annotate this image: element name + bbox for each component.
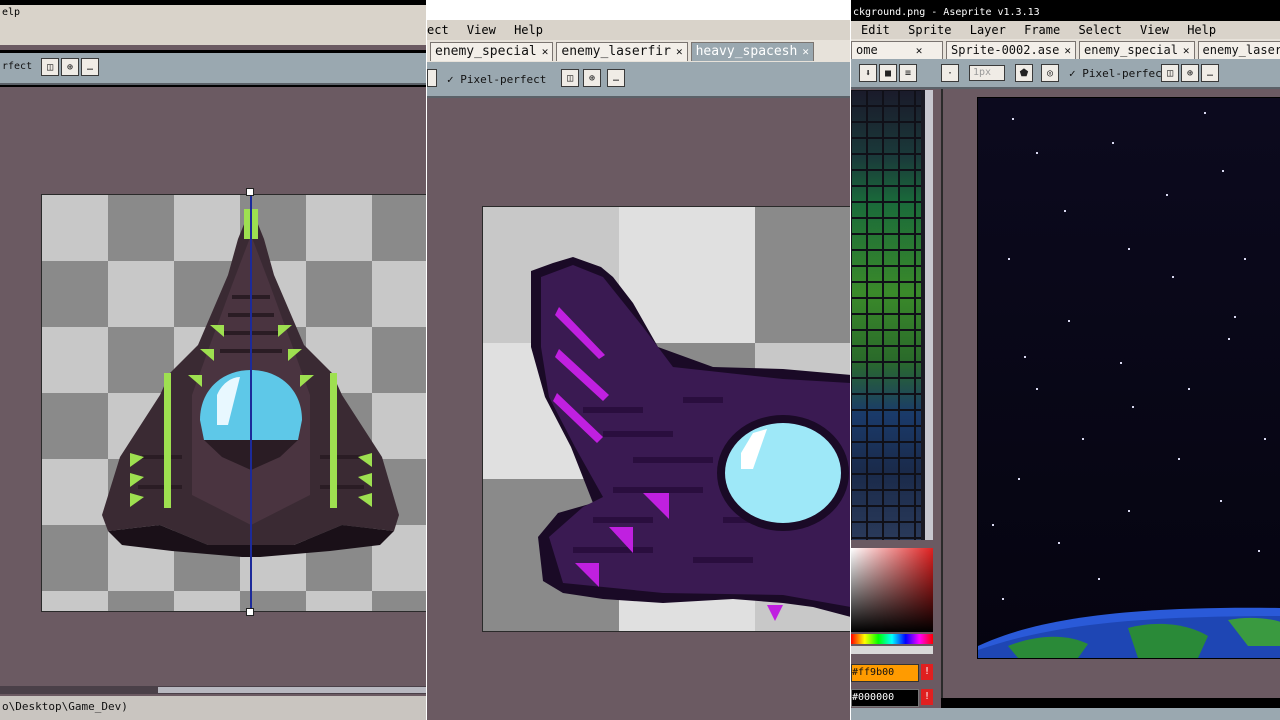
palette-scrollbar[interactable] [925, 90, 933, 540]
alpha-slider[interactable] [851, 646, 933, 654]
more-icon[interactable]: … [81, 58, 99, 76]
symmetry-icon[interactable]: ⊕ [1181, 64, 1199, 82]
menu-bar: ect View Help [427, 20, 850, 40]
symmetry-icon[interactable]: ◫ [1161, 64, 1179, 82]
tab-heavy-spaceship[interactable]: heavy_spacesh ✕ [690, 42, 814, 61]
tab-enemy-special[interactable]: enemy_special ✕ [430, 42, 554, 61]
menu-sprite[interactable]: Sprite [908, 21, 951, 39]
close-icon[interactable]: ✕ [542, 45, 549, 58]
check-icon: ✓ [447, 73, 454, 86]
symmetry-handle-top[interactable] [246, 188, 254, 196]
player-ship-sprite [102, 195, 399, 611]
menu-select[interactable]: Select [1078, 21, 1121, 39]
menu-select[interactable]: ect [427, 20, 449, 40]
close-icon[interactable]: ✕ [1183, 44, 1190, 57]
right-editor-panel: ckground.png - Aseprite v1.3.13 Edit Spr… [851, 0, 1280, 720]
menu-edit[interactable]: Edit [861, 21, 890, 39]
editor-bottom-strip [941, 698, 1280, 708]
symmetry-icon[interactable]: ◫ [561, 69, 579, 87]
left-editor-panel: elp rfect ◫ ⊕ … o\Desktop\Game_Dev) [0, 0, 426, 720]
tab-sprite-0002[interactable]: Sprite-0002.ase ✕ [946, 41, 1076, 60]
brush-shape-button[interactable]: · [941, 64, 959, 82]
more-icon[interactable]: … [1201, 64, 1219, 82]
status-bar [851, 708, 1280, 720]
menu-view[interactable]: View [467, 20, 496, 40]
ink-icon[interactable]: ⬟ [1015, 64, 1033, 82]
sprite-canvas[interactable] [41, 194, 426, 612]
middle-editor-panel: ect View Help enemy_special ✕ enemy_laserf… [427, 0, 850, 720]
palette-swatches [851, 90, 921, 540]
tab-enemy-laserfire[interactable]: enemy_laserfir✕ [556, 42, 688, 61]
stop-icon[interactable]: ■ [879, 64, 897, 82]
background-color[interactable]: #000000 [851, 689, 919, 707]
space-background-sprite [978, 98, 1280, 658]
enemy-ship-sprite [483, 207, 850, 631]
tab-bar: ome ✕ Sprite-0002.ase ✕ enemy_special ✕ enemy_… [851, 39, 1280, 60]
menu-bar: elp [0, 5, 426, 45]
symmetry-icon[interactable]: ⊕ [61, 58, 79, 76]
close-icon[interactable]: ✕ [802, 45, 809, 58]
warning-icon[interactable]: ! [921, 664, 933, 680]
brush-size-input[interactable]: 1px [969, 65, 1005, 81]
sprite-canvas[interactable] [482, 206, 850, 632]
color-palette[interactable] [851, 90, 927, 540]
context-toolbar: ✓ Pixel-perfect ◫ ⊕ … [427, 62, 850, 98]
color-picker-box[interactable] [851, 548, 933, 632]
menu-layer[interactable]: Layer [970, 21, 1006, 39]
brush-option-button[interactable] [427, 69, 437, 87]
file-path: o\Desktop\Game_Dev) [2, 700, 128, 713]
sprite-canvas[interactable] [977, 97, 1280, 659]
hue-slider[interactable] [851, 634, 933, 644]
menu-icon[interactable]: ≡ [899, 64, 917, 82]
tab-enemy-laserfire[interactable]: enemy_laserfir✕ [1197, 41, 1280, 60]
foreground-color[interactable]: #ff9b00 [851, 664, 919, 682]
close-icon[interactable]: ✕ [676, 45, 683, 58]
menu-bar: Edit Sprite Layer Frame Select View Help [851, 21, 1280, 39]
pixel-perfect-checkbox[interactable]: ✓ Pixel-perfect [1069, 67, 1168, 80]
menu-help[interactable]: Help [514, 20, 543, 40]
menu-frame[interactable]: Frame [1024, 21, 1060, 39]
context-toolbar: rfect ◫ ⊕ … [0, 53, 426, 85]
tab-bar: enemy_special ✕ enemy_laserfir ✕ heavy_space… [427, 40, 850, 62]
check-icon: ✓ [1069, 67, 1076, 80]
menu-view[interactable]: View [1140, 21, 1169, 39]
close-icon[interactable]: ✕ [916, 44, 923, 57]
arrow-down-icon[interactable]: ⬇ [859, 64, 877, 82]
more-icon[interactable]: … [607, 69, 625, 87]
horizontal-scrollbar[interactable] [0, 686, 426, 694]
menu-help-partial[interactable]: elp [2, 0, 20, 31]
tab-home[interactable]: ome ✕ [851, 41, 943, 60]
symmetry-icon[interactable]: ◫ [41, 58, 59, 76]
tab-enemy-special[interactable]: enemy_special ✕ [1079, 41, 1195, 60]
status-bar: o\Desktop\Game_Dev) [0, 696, 426, 720]
menu-help[interactable]: Help [1187, 21, 1216, 39]
opacity-icon[interactable]: ◎ [1041, 64, 1059, 82]
pixel-perfect-label: rfect [2, 61, 33, 72]
symmetry-handle-bottom[interactable] [246, 608, 254, 616]
context-toolbar: ⬇ ■ ≡ · 1px ⬟ ◎ ✓ Pixel-perfect ◫ ⊕ … [851, 59, 1280, 89]
window-title: ckground.png - Aseprite v1.3.13 [851, 5, 1280, 21]
pixel-perfect-checkbox[interactable]: ✓ Pixel-perfect [447, 73, 546, 86]
symmetry-icon[interactable]: ⊕ [583, 69, 601, 87]
warning-icon[interactable]: ! [921, 689, 933, 705]
close-icon[interactable]: ✕ [1064, 44, 1071, 57]
